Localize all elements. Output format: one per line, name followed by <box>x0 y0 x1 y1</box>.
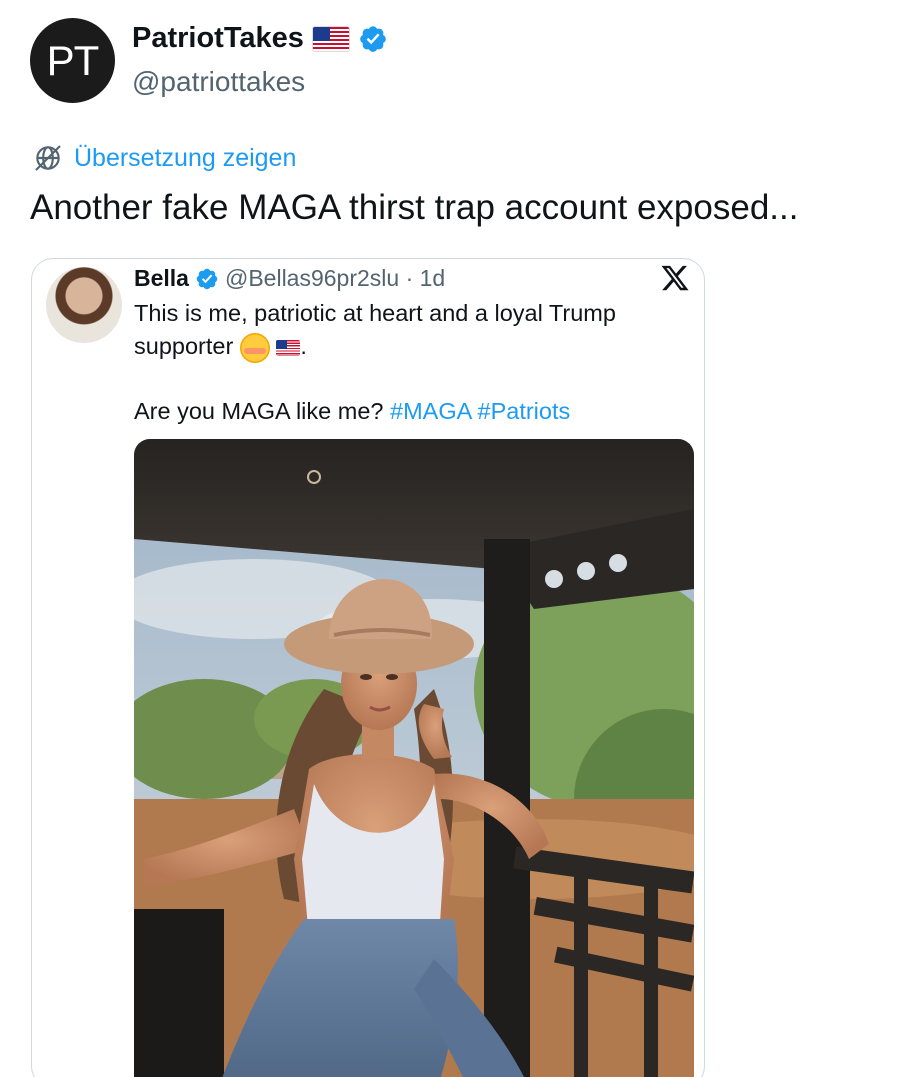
verified-badge-icon <box>196 268 218 289</box>
author-name-row: PatriotTakes <box>132 22 388 55</box>
quoted-line-2-suffix: . <box>300 333 307 359</box>
translate-label: Übersetzung zeigen <box>74 143 297 172</box>
quoted-line-1: This is me, patriotic at heart and a loy… <box>134 300 616 326</box>
quoted-line-3: Are you MAGA like me? #MAGA #Patriots <box>134 395 674 428</box>
tweet-author: PT PatriotTakes @patriottakes <box>30 18 630 108</box>
quoted-tweet-text: This is me, patriotic at heart and a loy… <box>134 297 674 428</box>
show-translation-link[interactable]: Übersetzung zeigen <box>32 142 296 174</box>
author-display-name[interactable]: PatriotTakes <box>132 22 304 55</box>
author-avatar[interactable]: PT <box>30 18 115 103</box>
quoted-line-2: supporter . <box>134 330 674 363</box>
us-flag-icon <box>311 25 350 52</box>
author-handle[interactable]: @patriottakes <box>132 66 305 98</box>
smiling-hearts-emoji-icon <box>239 332 270 363</box>
avatar-initials: PT <box>46 36 100 84</box>
tweet-text: Another fake MAGA thirst trap account ex… <box>30 188 799 227</box>
quoted-line-3-text: Are you MAGA like me? <box>134 398 384 424</box>
quoted-author-handle-time[interactable]: @Bellas96pr2slu · 1d <box>225 265 445 292</box>
quoted-tweet-card[interactable]: Bella @Bellas96pr2slu · 1d This is me, p… <box>31 258 705 1077</box>
photo-illustration <box>134 439 694 1077</box>
quoted-author-name[interactable]: Bella <box>134 265 189 292</box>
quoted-tweet-photo[interactable] <box>134 439 694 1077</box>
hashtag-patriots[interactable]: #Patriots <box>478 398 571 424</box>
verified-badge-icon[interactable] <box>358 24 388 54</box>
hashtag-maga[interactable]: #MAGA <box>390 398 471 424</box>
x-logo-icon <box>661 265 689 291</box>
us-flag-icon <box>276 339 301 356</box>
globe-slash-icon <box>35 145 61 171</box>
quoted-author-header: Bella @Bellas96pr2slu · 1d <box>134 265 445 292</box>
quoted-author-avatar[interactable] <box>46 267 122 343</box>
quoted-line-2-text: supporter <box>134 333 234 359</box>
